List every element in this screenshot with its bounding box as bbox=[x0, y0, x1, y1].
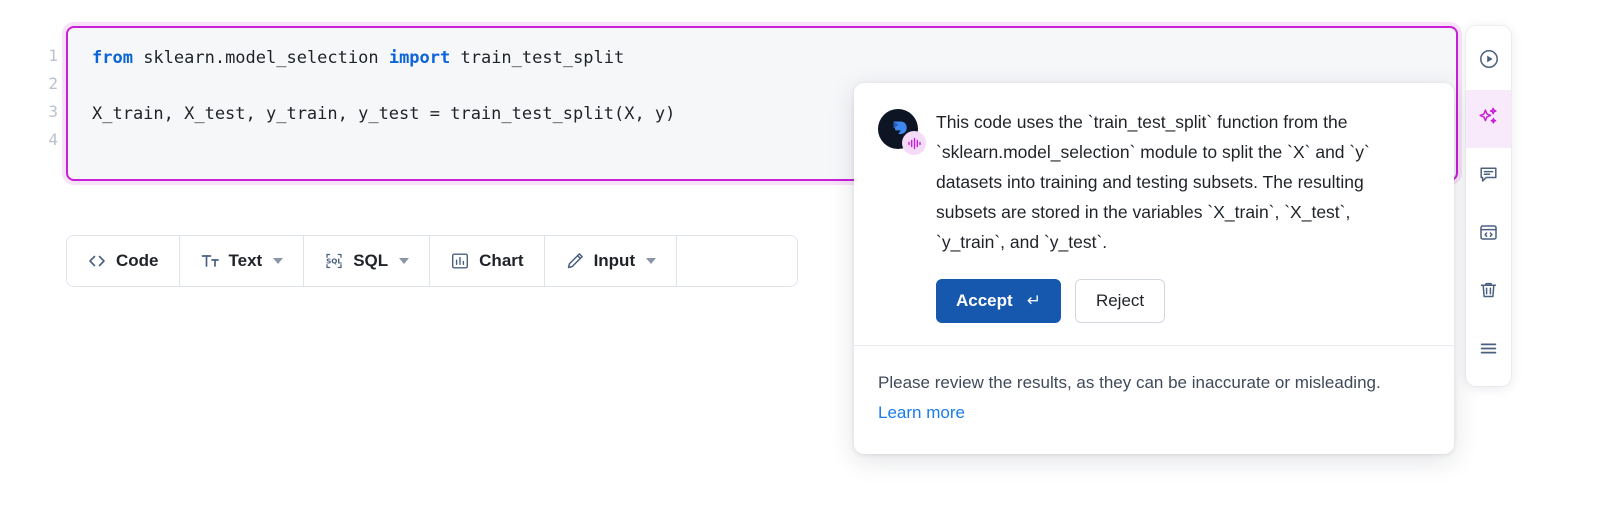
svg-text:SQL: SQL bbox=[326, 257, 342, 266]
toolbar-item-text[interactable]: Text bbox=[179, 236, 305, 286]
chevron-down-icon[interactable] bbox=[399, 258, 410, 264]
cell-toolbar: Code Text SQL SQL Chart Input bbox=[66, 235, 799, 287]
play-circle-icon bbox=[1478, 48, 1500, 75]
code-content[interactable]: from sklearn.model_selection import trai… bbox=[92, 44, 675, 128]
comment-icon bbox=[1478, 164, 1499, 190]
toolbar-item-input[interactable]: Input bbox=[544, 236, 678, 286]
accept-label: Accept bbox=[956, 291, 1013, 310]
disclaimer-text: Please review the results, as they can b… bbox=[878, 373, 1381, 392]
rail-item-run[interactable] bbox=[1466, 32, 1511, 90]
ai-action-row: Accept ↵ Reject bbox=[936, 279, 1424, 323]
sql-icon: SQL bbox=[324, 251, 344, 271]
toolbar-label: Code bbox=[116, 251, 159, 270]
toolbar-label: Chart bbox=[479, 251, 524, 270]
ai-text-column: This code uses the `train_test_split` fu… bbox=[936, 107, 1424, 323]
chevron-down-icon[interactable] bbox=[646, 258, 657, 264]
line-number: 3 bbox=[48, 102, 58, 121]
pencil-icon bbox=[565, 251, 585, 271]
reject-button[interactable]: Reject bbox=[1074, 279, 1166, 323]
trash-icon bbox=[1478, 280, 1499, 306]
code-window-icon bbox=[1478, 222, 1499, 248]
avatar bbox=[878, 109, 926, 155]
rail-item-comment[interactable] bbox=[1466, 148, 1511, 206]
toolbar-label: Text bbox=[228, 251, 263, 270]
rail-item-delete[interactable] bbox=[1466, 264, 1511, 322]
line-number-gutter: 1 2 3 4 bbox=[20, 42, 58, 154]
ai-suggestion-popup: This code uses the `train_test_split` fu… bbox=[854, 83, 1454, 454]
menu-icon bbox=[1478, 338, 1499, 364]
ai-message-text: This code uses the `train_test_split` fu… bbox=[936, 112, 1370, 252]
line-number: 4 bbox=[48, 130, 58, 149]
sparkles-icon bbox=[1477, 105, 1501, 134]
ai-popup-footer: Please review the results, as they can b… bbox=[854, 345, 1454, 454]
chevron-down-icon[interactable] bbox=[273, 258, 284, 264]
rail-item-ai-assistant[interactable] bbox=[1466, 90, 1511, 148]
text-format-icon bbox=[200, 251, 220, 271]
bar-chart-icon bbox=[450, 251, 470, 271]
toolbar-item-code[interactable]: Code bbox=[67, 236, 180, 286]
toolbar-item-sql[interactable]: SQL SQL bbox=[304, 236, 431, 286]
ai-popup-body: This code uses the `train_test_split` fu… bbox=[854, 83, 1454, 345]
enter-key-icon: ↵ bbox=[1026, 291, 1041, 310]
line-number: 1 bbox=[48, 46, 58, 65]
angle-brackets-icon bbox=[87, 251, 107, 271]
audio-waveform-icon bbox=[902, 131, 926, 155]
toolbar-label: Input bbox=[593, 251, 636, 270]
accept-button[interactable]: Accept ↵ bbox=[936, 279, 1061, 323]
rail-item-menu[interactable] bbox=[1466, 322, 1511, 380]
rail-item-code-window[interactable] bbox=[1466, 206, 1511, 264]
toolbar-label: SQL bbox=[353, 251, 389, 270]
toolbar-item-chart[interactable]: Chart bbox=[430, 236, 545, 286]
learn-more-link[interactable]: Learn more bbox=[878, 403, 965, 422]
cell-action-rail bbox=[1466, 26, 1511, 386]
toolbar-overflow-area bbox=[677, 236, 798, 286]
line-number: 2 bbox=[48, 74, 58, 93]
